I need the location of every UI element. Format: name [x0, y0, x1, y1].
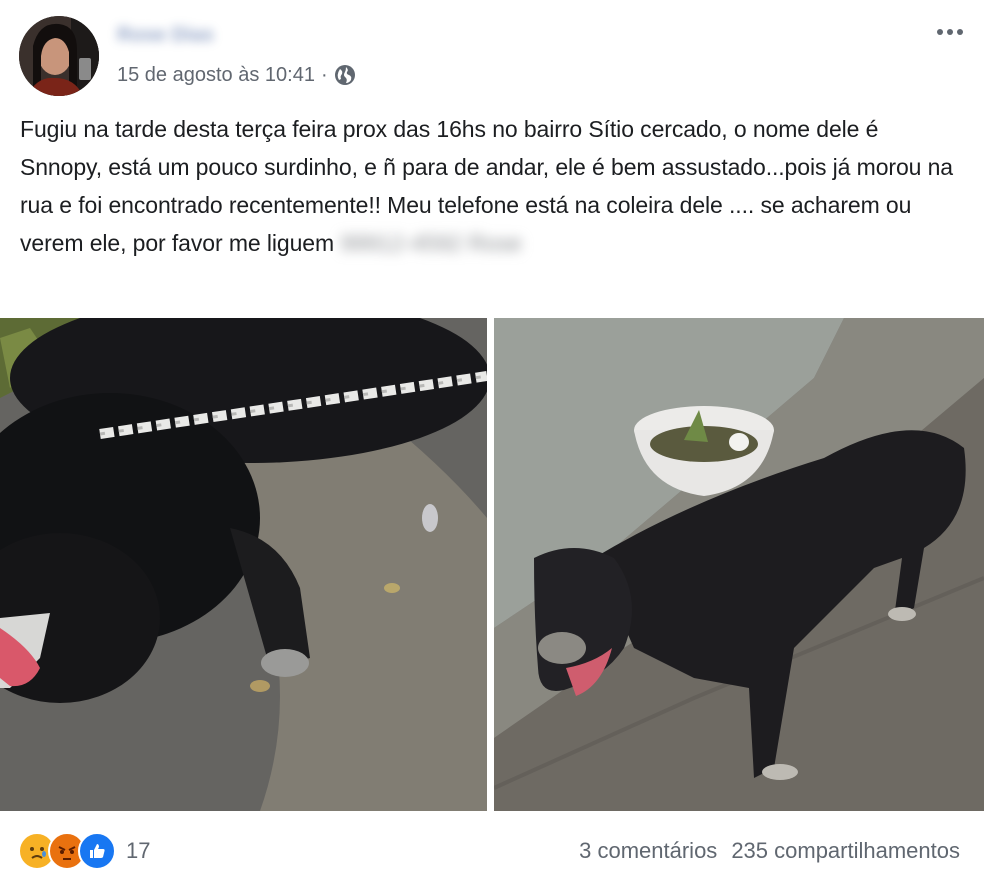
author-name[interactable]: Rose Dias — [117, 20, 214, 50]
engagement-counts: 3 comentários 235 compartilhamentos — [579, 836, 960, 866]
facebook-post: Rose Dias 15 de agosto às 10:41 · Fugiu … — [0, 0, 984, 891]
dog-on-chain-photo[interactable] — [0, 318, 487, 811]
meta-separator: · — [320, 64, 328, 86]
post-date[interactable]: 15 de agosto às 10:41 — [117, 62, 315, 88]
reactions-bar[interactable]: 17 — [18, 832, 150, 870]
like-icon — [78, 832, 116, 870]
post-text: Fugiu na tarde desta terça feira prox da… — [20, 110, 964, 262]
comments-count[interactable]: 3 comentários — [579, 836, 717, 866]
dog-beside-pot-photo[interactable] — [494, 318, 984, 811]
more-options-icon[interactable] — [932, 18, 968, 46]
reaction-count[interactable]: 17 — [126, 838, 150, 864]
shares-count[interactable]: 235 compartilhamentos — [731, 836, 960, 866]
phone-number: 99912-4592 Rose — [340, 230, 522, 256]
avatar[interactable] — [19, 16, 99, 96]
globe-icon[interactable] — [334, 64, 356, 86]
profile-picture-icon — [19, 16, 99, 96]
post-meta: 15 de agosto às 10:41 · — [117, 62, 356, 88]
